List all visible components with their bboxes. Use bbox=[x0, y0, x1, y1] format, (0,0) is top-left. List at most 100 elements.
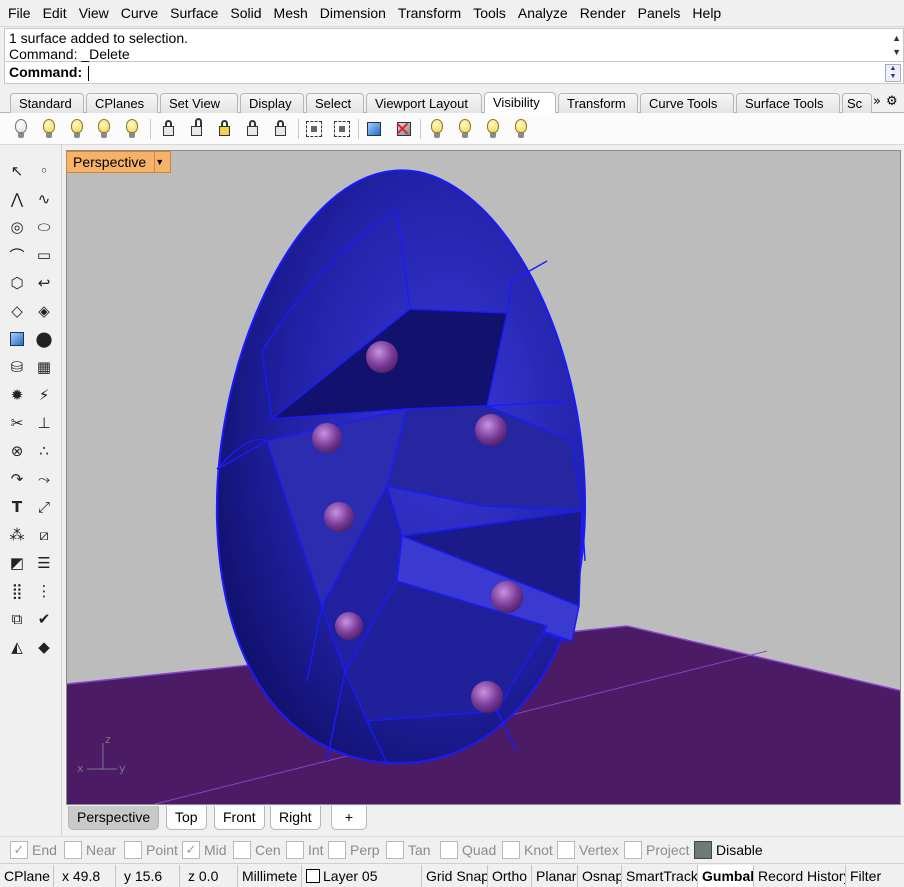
osnap-perp[interactable]: Perp bbox=[328, 840, 380, 860]
status-gumball[interactable]: Gumball bbox=[698, 865, 754, 887]
tab-standard[interactable]: Standard bbox=[10, 93, 84, 113]
osnap-disable[interactable]: Disable bbox=[694, 840, 763, 860]
add-viewport-tab-button[interactable]: + bbox=[331, 806, 367, 830]
tab-perspective[interactable]: Perspective bbox=[68, 806, 160, 830]
array-icon[interactable]: ⁂ bbox=[5, 523, 29, 547]
hide-control-points-icon[interactable]: ✕ bbox=[392, 117, 416, 141]
status-layer[interactable]: Layer 05 bbox=[302, 865, 422, 887]
lights-off-icon[interactable] bbox=[453, 117, 477, 141]
mesh-icon[interactable]: ▦ bbox=[32, 355, 56, 379]
status-record-history[interactable]: Record History bbox=[754, 865, 846, 887]
shade-icon[interactable]: ◭ bbox=[5, 635, 29, 659]
sphere-icon[interactable]: ⬤ bbox=[32, 327, 56, 351]
status-grid-snap[interactable]: Grid Snap bbox=[422, 865, 488, 887]
tab-viewport-layout[interactable]: Viewport Layout bbox=[366, 93, 482, 113]
arc-icon[interactable]: ⌒ bbox=[5, 243, 29, 267]
history-scroll-arrows[interactable]: ▲ ▼ bbox=[892, 31, 901, 59]
surface-from-points-icon[interactable]: ◇ bbox=[5, 299, 29, 323]
move-icon[interactable]: ↷ bbox=[5, 467, 29, 491]
polyline-icon[interactable]: ⋀ bbox=[5, 187, 29, 211]
analyze-icon[interactable]: ⧉ bbox=[5, 607, 29, 631]
status-filter[interactable]: Filter bbox=[846, 865, 904, 887]
menu-panels[interactable]: Panels bbox=[632, 3, 687, 23]
mirror-icon[interactable]: ⧄ bbox=[32, 523, 56, 547]
menu-dimension[interactable]: Dimension bbox=[314, 3, 392, 23]
polygon-icon[interactable]: ⬡ bbox=[5, 271, 29, 295]
lock-icon[interactable] bbox=[156, 117, 180, 141]
tab-sc[interactable]: Sc bbox=[842, 93, 872, 113]
checkbox[interactable] bbox=[286, 841, 304, 859]
checkbox[interactable] bbox=[557, 841, 575, 859]
lock-icon-2[interactable] bbox=[268, 117, 292, 141]
menu-file[interactable]: File bbox=[2, 3, 37, 23]
menu-view[interactable]: View bbox=[73, 3, 115, 23]
light-bulb-icon-2[interactable] bbox=[509, 117, 533, 141]
light-icon[interactable]: ⚡ bbox=[32, 383, 56, 407]
checkbox[interactable] bbox=[233, 841, 251, 859]
osnap-tan[interactable]: Tan bbox=[386, 840, 431, 860]
osnap-cen[interactable]: Cen bbox=[233, 840, 281, 860]
check-icon[interactable]: ✔ bbox=[32, 607, 56, 631]
status-ortho[interactable]: Ortho bbox=[488, 865, 532, 887]
hide-points-icon[interactable] bbox=[330, 117, 354, 141]
hatch-icon[interactable]: ☰ bbox=[32, 551, 56, 575]
menu-solid[interactable]: Solid bbox=[224, 3, 267, 23]
checkbox[interactable] bbox=[502, 841, 520, 859]
curve-icon[interactable]: ∿ bbox=[32, 187, 56, 211]
group-icon[interactable]: ∴ bbox=[32, 439, 56, 463]
osnap-point[interactable]: Point bbox=[124, 840, 178, 860]
menu-mesh[interactable]: Mesh bbox=[268, 3, 314, 23]
osnap-near[interactable]: Near bbox=[64, 840, 116, 860]
menu-curve[interactable]: Curve bbox=[115, 3, 164, 23]
checkbox[interactable]: ✓ bbox=[182, 841, 200, 859]
tab-top[interactable]: Top bbox=[166, 806, 207, 830]
perspective-viewport[interactable]: z x y bbox=[66, 150, 901, 805]
tab-curve-tools[interactable]: Curve Tools bbox=[640, 93, 734, 113]
grid-array-icon[interactable]: ⣿ bbox=[5, 579, 29, 603]
box-icon[interactable] bbox=[5, 327, 29, 351]
tab-cplanes[interactable]: CPlanes bbox=[86, 93, 158, 113]
status-smarttrack[interactable]: SmartTrack bbox=[622, 865, 698, 887]
checkbox[interactable] bbox=[124, 841, 142, 859]
split-icon[interactable]: ✂ bbox=[5, 411, 29, 435]
light-bulb-icon[interactable] bbox=[481, 117, 505, 141]
surface-tools-icon[interactable]: ◈ bbox=[32, 299, 56, 323]
tab-transform[interactable]: Transform bbox=[558, 93, 638, 113]
osnap-quad[interactable]: Quad bbox=[440, 840, 496, 860]
tab-select[interactable]: Select bbox=[306, 93, 364, 113]
select-arrow-icon[interactable]: ↖ bbox=[5, 159, 29, 183]
show-points-icon[interactable] bbox=[302, 117, 326, 141]
hide-objects-icon[interactable] bbox=[37, 117, 61, 141]
boolean-icon[interactable]: ⊗ bbox=[5, 439, 29, 463]
hide-swap-icon[interactable] bbox=[92, 117, 116, 141]
status-osnap[interactable]: Osnap bbox=[578, 865, 622, 887]
fillet-curve-icon[interactable]: ↩ bbox=[32, 271, 56, 295]
show-objects-icon[interactable] bbox=[9, 117, 33, 141]
tab-front[interactable]: Front bbox=[214, 806, 265, 830]
lock-swap-icon[interactable] bbox=[240, 117, 264, 141]
menu-edit[interactable]: Edit bbox=[37, 3, 73, 23]
osnap-vertex[interactable]: Vertex bbox=[557, 840, 619, 860]
menu-render[interactable]: Render bbox=[574, 3, 632, 23]
circle-icon[interactable]: ◎ bbox=[5, 215, 29, 239]
viewport-title-button[interactable]: Perspective ▼ bbox=[66, 151, 172, 173]
checkbox[interactable] bbox=[440, 841, 458, 859]
status-planar[interactable]: Planar bbox=[532, 865, 578, 887]
gear-icon[interactable]: ⚙ bbox=[886, 94, 898, 109]
checkbox[interactable] bbox=[694, 841, 712, 859]
show-selected-lights-icon[interactable] bbox=[120, 117, 144, 141]
lights-on-icon[interactable] bbox=[425, 117, 449, 141]
tab-right[interactable]: Right bbox=[270, 806, 321, 830]
command-history[interactable]: 1 surface added to selection. Command: _… bbox=[4, 28, 904, 62]
show-selected-icon[interactable] bbox=[65, 117, 89, 141]
menu-transform[interactable]: Transform bbox=[392, 3, 467, 23]
osnap-end[interactable]: ✓ End bbox=[10, 840, 57, 860]
unlock-icon[interactable] bbox=[184, 117, 208, 141]
tab-surface-tools[interactable]: Surface Tools bbox=[736, 93, 840, 113]
render-preview-icon[interactable]: ◆ bbox=[32, 635, 56, 659]
checkbox[interactable] bbox=[64, 841, 82, 859]
trim-icon[interactable]: ⊥ bbox=[32, 411, 56, 435]
unlock-selected-icon[interactable] bbox=[212, 117, 236, 141]
render-icon[interactable]: ✹ bbox=[5, 383, 29, 407]
status-cplane[interactable]: CPlane bbox=[0, 865, 54, 887]
